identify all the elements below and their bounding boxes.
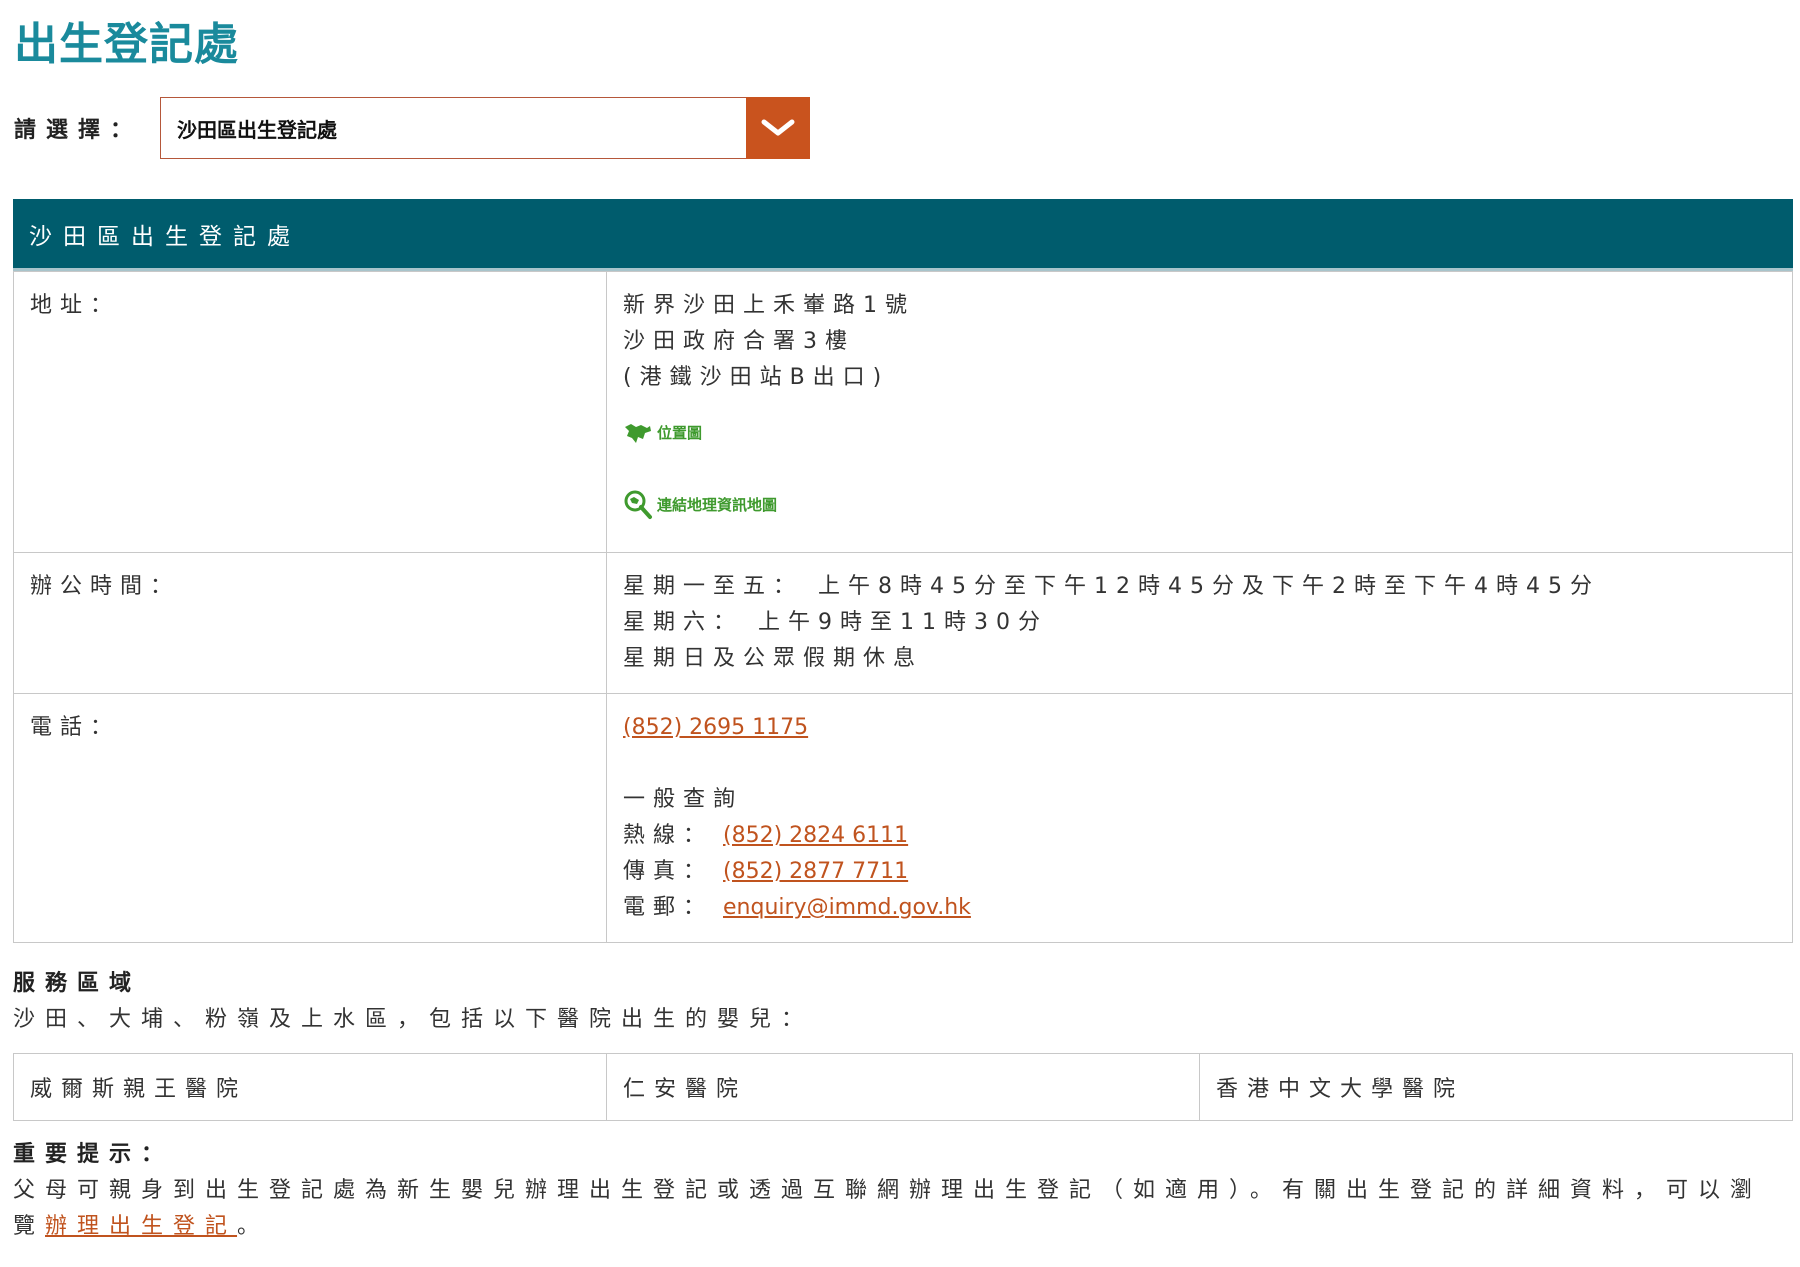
- magnifier-map-icon: [624, 490, 652, 519]
- hospital-row: 威爾斯親王醫院 仁安醫院 香港中文大學醫院: [13, 1053, 1793, 1121]
- hotline-link[interactable]: (852) 2824 6111: [723, 823, 908, 848]
- select-value: 沙田區出生登記處: [177, 117, 337, 142]
- office-header: 沙田區出生登記處: [13, 199, 1793, 271]
- notice-paragraph: 父母可親身到出生登記處為新生嬰兒辦理出生登記或透過互聯網辦理出生登記（如適用）。…: [13, 1173, 1793, 1245]
- fax-link[interactable]: (852) 2877 7711: [723, 859, 908, 884]
- service-area-section: 服務區域 沙田、大埔、粉嶺及上水區，包括以下醫院出生的嬰兒：: [13, 966, 1793, 1038]
- notice-text: 父母可親身到出生登記處為新生嬰兒辦理出生登記或透過互聯網辦理出生登記（如適用）。…: [13, 1178, 1763, 1239]
- hospital-cell: 香港中文大學醫院: [1199, 1053, 1793, 1121]
- address-line: (港鐵沙田站B出口): [623, 365, 890, 390]
- phone-label: 電話：: [13, 693, 607, 943]
- hours-label: 辦公時間：: [13, 552, 607, 694]
- notice-title: 重要提示：: [13, 1142, 174, 1167]
- hospital-cell: 仁安醫院: [606, 1053, 1200, 1121]
- select-label: 請選擇：: [14, 118, 143, 143]
- fax-label: 傳真：: [623, 859, 714, 884]
- hospital-table: 威爾斯親王醫院 仁安醫院 香港中文大學醫院: [13, 1053, 1793, 1121]
- chevron-down-icon: [761, 119, 795, 136]
- map-region-icon: [625, 424, 651, 443]
- service-area-description: 沙田、大埔、粉嶺及上水區，包括以下醫院出生的嬰兒：: [13, 1007, 814, 1032]
- hours-row: 辦公時間： 星期一至五： 上午8時45分至下午12時45分及下午2時至下午4時4…: [13, 552, 1793, 694]
- address-label: 地址：: [13, 271, 607, 553]
- notice-section: 重要提示： 父母可親身到出生登記處為新生嬰兒辦理出生登記或透過互聯網辦理出生登記…: [13, 1137, 1793, 1245]
- enquiry-title: 一般查詢: [623, 787, 744, 812]
- hotline-label: 熱線：: [623, 823, 714, 848]
- phone-row: 電話： (852) 2695 1175 一般查詢 熱線： (852) 2824 6…: [13, 693, 1793, 943]
- hours-line: 星期一至五： 上午8時45分至下午12時45分及下午2時至下午4時45分: [623, 574, 1600, 599]
- address-line: 沙田政府合署3樓: [623, 329, 855, 354]
- office-selector-row: 請選擇： 沙田區出生登記處: [14, 96, 810, 160]
- phone-cell: (852) 2695 1175 一般查詢 熱線： (852) 2824 6111 …: [606, 693, 1793, 943]
- address-row: 地址： 新界沙田上禾輋路1號 沙田政府合署3樓 (港鐵沙田站B出口) 位置圖 連…: [13, 271, 1793, 553]
- page: 出生登記處 請選擇： 沙田區出生登記處 沙田區出生登記處 地址： 新界沙田上禾輋…: [0, 0, 1800, 1267]
- hospital-cell: 威爾斯親王醫院: [13, 1053, 607, 1121]
- office-select[interactable]: 沙田區出生登記處: [160, 97, 810, 159]
- hours-cell: 星期一至五： 上午8時45分至下午12時45分及下午2時至下午4時45分 星期六…: [606, 552, 1793, 694]
- geoinfo-map-label: 連結地理資訊地圖: [657, 496, 778, 514]
- location-map-label: 位置圖: [657, 424, 703, 442]
- page-title: 出生登記處: [14, 19, 239, 70]
- hours-line: 星期日及公眾假期休息: [623, 646, 924, 671]
- address-line: 新界沙田上禾輋路1號: [623, 293, 915, 318]
- office-info-table: 地址： 新界沙田上禾輋路1號 沙田政府合署3樓 (港鐵沙田站B出口) 位置圖 連…: [13, 271, 1793, 943]
- service-area-title: 服務區域: [13, 971, 142, 996]
- birth-registration-link[interactable]: 辦理出生登記: [45, 1214, 237, 1239]
- email-label: 電郵：: [623, 895, 714, 920]
- notice-suffix: 。: [237, 1214, 270, 1239]
- dropdown-button[interactable]: [746, 97, 810, 159]
- address-cell: 新界沙田上禾輋路1號 沙田政府合署3樓 (港鐵沙田站B出口) 位置圖 連結地理資…: [606, 271, 1793, 553]
- geoinfo-map-link[interactable]: 連結地理資訊地圖: [623, 488, 1776, 522]
- hours-line: 星期六： 上午9時至11時30分: [623, 610, 1048, 635]
- email-link[interactable]: enquiry@immd.gov.hk: [723, 895, 971, 920]
- office-phone-link[interactable]: (852) 2695 1175: [623, 715, 808, 740]
- office-panel: 沙田區出生登記處 地址： 新界沙田上禾輋路1號 沙田政府合署3樓 (港鐵沙田站B…: [13, 199, 1793, 943]
- location-map-link[interactable]: 位置圖: [623, 416, 1776, 450]
